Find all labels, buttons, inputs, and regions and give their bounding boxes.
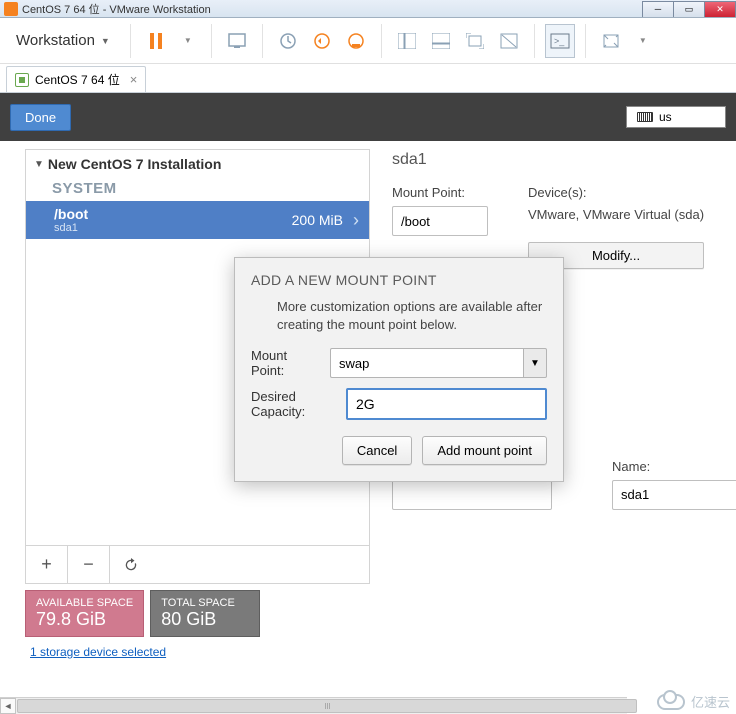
total-space-value: 80 GiB — [161, 609, 249, 630]
expand-triangle-icon: ▼ — [34, 159, 44, 170]
watermark: 亿速云 — [657, 692, 730, 711]
devices-label: Device(s): — [528, 185, 704, 200]
horizontal-scrollbar[interactable]: ◄ — [0, 697, 627, 713]
minimize-button[interactable]: ─ — [642, 1, 674, 17]
guest-tab[interactable]: CentOS 7 64 位 × — [6, 66, 146, 92]
separator — [130, 24, 131, 58]
power-dropdown[interactable]: ▼ — [171, 24, 201, 58]
guest-tab-label: CentOS 7 64 位 — [35, 71, 120, 88]
dialog-confirm-button[interactable]: Add mount point — [422, 436, 547, 465]
mountpoint-row-boot[interactable]: /boot sda1 200 MiB › — [26, 201, 369, 239]
available-space-value: 79.8 GiB — [36, 609, 133, 630]
add-mountpoint-button[interactable]: + — [26, 546, 68, 583]
space-summary: AVAILABLE SPACE 79.8 GiB TOTAL SPACE 80 … — [25, 590, 370, 637]
label-input[interactable] — [392, 480, 552, 510]
separator — [381, 24, 382, 58]
mountpoint-device: sda1 — [54, 222, 292, 234]
dialog-mountpoint-dropdown-button[interactable]: ▼ — [523, 348, 547, 378]
revert-snapshot-button[interactable] — [307, 24, 337, 58]
separator — [585, 24, 586, 58]
maximize-button[interactable]: ▭ — [673, 1, 705, 17]
name-input[interactable] — [612, 480, 736, 510]
partition-title: sda1 — [392, 151, 736, 169]
workstation-menu[interactable]: Workstation ▼ — [6, 26, 120, 55]
separator — [534, 24, 535, 58]
keyboard-layout-indicator[interactable]: us — [626, 106, 726, 128]
reload-button[interactable] — [110, 546, 152, 583]
vmware-window-title: CentOS 7 64 位 - VMware Workstation — [22, 1, 643, 17]
svg-text:>_: >_ — [554, 36, 565, 46]
dialog-title: ADD A NEW MOUNT POINT — [251, 272, 547, 288]
stretch-guest-button[interactable] — [596, 24, 626, 58]
tree-header-label: New CentOS 7 Installation — [48, 156, 221, 172]
pause-vm-button[interactable] — [141, 24, 171, 58]
dialog-mountpoint-input[interactable] — [330, 348, 523, 378]
vmware-app-icon — [4, 2, 18, 16]
tree-header[interactable]: ▼ New CentOS 7 Installation — [26, 150, 369, 178]
total-space-label: TOTAL SPACE — [161, 597, 249, 609]
watermark-text: 亿速云 — [691, 692, 730, 711]
chevron-right-icon: › — [353, 210, 359, 231]
dialog-cancel-button[interactable]: Cancel — [342, 436, 412, 465]
workstation-menu-label: Workstation — [16, 32, 95, 49]
close-tab-icon[interactable]: × — [130, 72, 138, 87]
unity-button[interactable] — [494, 24, 524, 58]
console-view-button[interactable]: >_ — [545, 24, 575, 58]
vmware-toolbar: Workstation ▼ ▼ >_ ▼ — [0, 18, 736, 64]
vmware-titlebar: CentOS 7 64 位 - VMware Workstation ─ ▭ ✕ — [0, 0, 736, 18]
separator — [211, 24, 212, 58]
mount-point-input[interactable] — [392, 206, 488, 236]
send-ctrl-alt-del-button[interactable] — [222, 24, 252, 58]
system-section-label: SYSTEM — [26, 178, 369, 201]
cloud-icon — [657, 694, 685, 710]
separator — [262, 24, 263, 58]
mountpoint-path: /boot — [54, 206, 292, 222]
dialog-capacity-label: Desired Capacity: — [251, 389, 336, 419]
show-library-button[interactable] — [392, 24, 422, 58]
stretch-dropdown[interactable]: ▼ — [626, 24, 656, 58]
guest-tab-strip: CentOS 7 64 位 × — [0, 64, 736, 92]
name-field-label: Name: — [612, 459, 736, 474]
storage-devices-link[interactable]: 1 storage device selected — [30, 645, 370, 659]
done-button[interactable]: Done — [10, 104, 71, 131]
anaconda-topbar: Done us — [0, 93, 736, 141]
available-space-box: AVAILABLE SPACE 79.8 GiB — [25, 590, 144, 637]
dialog-capacity-input[interactable] — [346, 388, 547, 420]
close-button[interactable]: ✕ — [704, 1, 736, 17]
keyboard-layout-label: us — [659, 110, 672, 124]
mountpoint-size: 200 MiB — [292, 212, 343, 228]
dialog-info-text: More customization options are available… — [277, 298, 547, 334]
devices-value: VMware, VMware Virtual (sda) — [528, 206, 704, 224]
fullscreen-button[interactable] — [460, 24, 490, 58]
available-space-label: AVAILABLE SPACE — [36, 597, 133, 609]
scroll-left-button[interactable]: ◄ — [0, 698, 16, 714]
dropdown-triangle-icon: ▼ — [101, 36, 110, 46]
guest-power-icon — [15, 73, 29, 87]
guest-viewport: Done us ▼ New CentOS 7 Installation SYST… — [0, 92, 736, 713]
tree-footer: + − — [26, 545, 369, 583]
thumbnail-bar-button[interactable] — [426, 24, 456, 58]
total-space-box: TOTAL SPACE 80 GiB — [150, 590, 260, 637]
scroll-track[interactable] — [16, 698, 627, 714]
snapshot-manager-button[interactable] — [341, 24, 371, 58]
dialog-mountpoint-combo[interactable]: ▼ — [330, 348, 547, 378]
remove-mountpoint-button[interactable]: − — [68, 546, 110, 583]
window-controls: ─ ▭ ✕ — [643, 1, 736, 17]
mount-point-label: Mount Point: — [392, 185, 488, 200]
dialog-mountpoint-label: Mount Point: — [251, 348, 320, 378]
keyboard-icon — [637, 112, 653, 122]
add-mountpoint-dialog: ADD A NEW MOUNT POINT More customization… — [234, 257, 564, 482]
snapshot-button[interactable] — [273, 24, 303, 58]
scroll-thumb[interactable] — [17, 699, 637, 713]
